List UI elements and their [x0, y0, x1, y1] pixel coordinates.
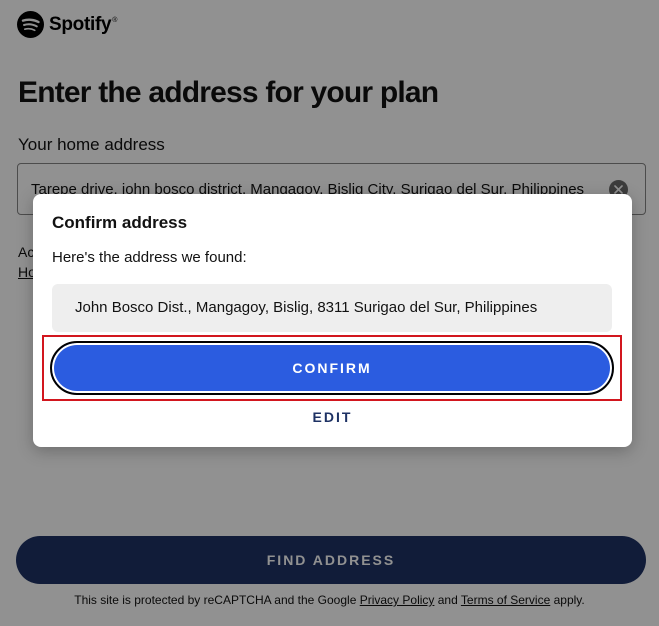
dialog-subtitle: Here's the address we found:	[52, 249, 247, 266]
found-address-box: John Bosco Dist., Mangagoy, Bislig, 8311…	[52, 284, 612, 332]
dialog-title: Confirm address	[52, 213, 188, 232]
edit-button[interactable]: EDIT	[33, 407, 632, 427]
confirm-address-dialog: Confirm address Here's the address we fo…	[33, 194, 632, 447]
confirm-button[interactable]: CONFIRM	[50, 341, 614, 395]
